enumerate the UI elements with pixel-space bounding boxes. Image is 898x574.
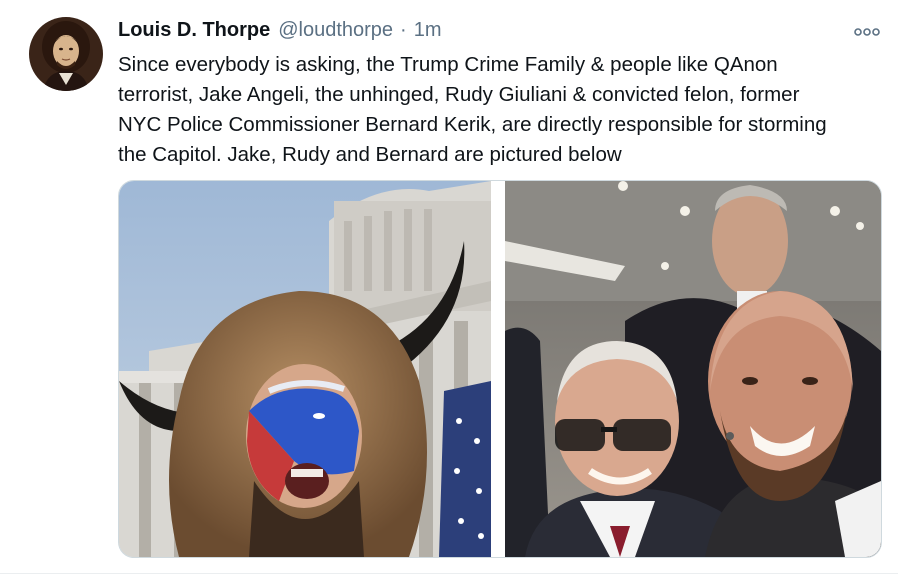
tweet-text-line: terrorist, Jake Angeli, the unhinged, Ru…	[118, 83, 800, 106]
media-photo-left[interactable]	[119, 181, 491, 557]
tweet-media	[118, 180, 882, 558]
user-handle[interactable]: @loudthorpe	[278, 19, 393, 42]
tweet[interactable]: Louis D. Thorpe @loudthorpe · 1m Since e…	[0, 0, 898, 574]
tweet-text-line: the Capitol. Jake, Rudy and Bernard are …	[118, 143, 622, 166]
display-name[interactable]: Louis D. Thorpe	[118, 19, 270, 42]
media-photo-right[interactable]	[505, 181, 881, 557]
tweet-text: Since everybody is asking, the Trump Cri…	[118, 50, 893, 170]
separator-dot: ·	[400, 19, 407, 41]
more-dots-icon[interactable]	[852, 22, 882, 42]
avatar-portrait	[29, 17, 103, 91]
tweet-text-line: NYC Police Commissioner Bernard Kerik, a…	[118, 113, 827, 136]
tweet-timestamp[interactable]: 1m	[414, 19, 442, 42]
avatar[interactable]	[29, 17, 103, 91]
tweet-header: Louis D. Thorpe @loudthorpe · 1m	[118, 19, 442, 47]
tweet-text-line: Since everybody is asking, the Trump Cri…	[118, 53, 778, 76]
